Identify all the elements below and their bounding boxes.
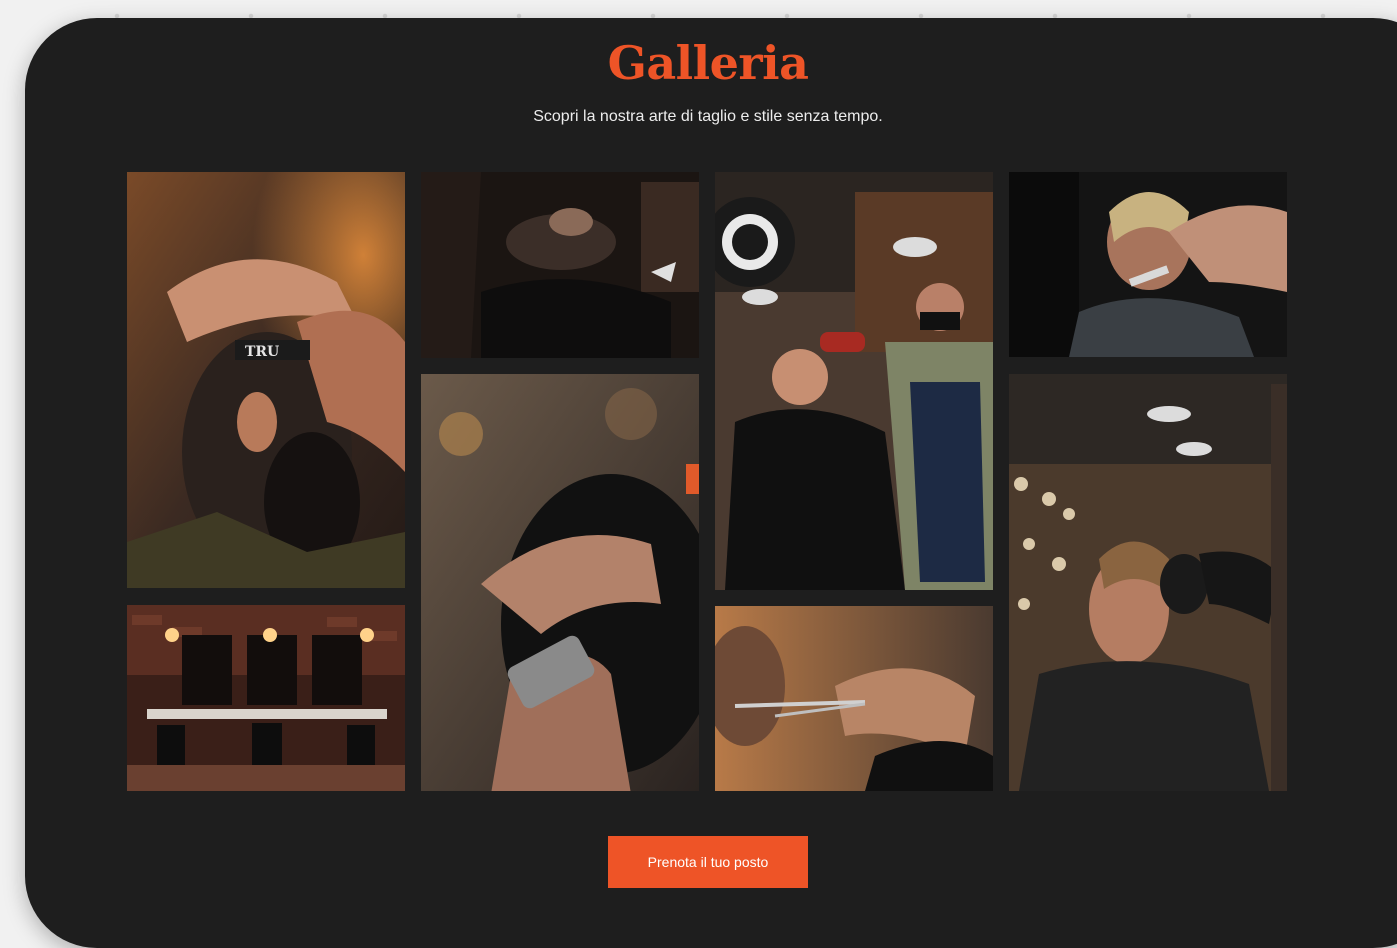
gallery-title: Galleria xyxy=(607,36,809,90)
photo-clipper-trim[interactable] xyxy=(421,374,699,791)
razor-caption: TRU xyxy=(245,344,279,360)
book-appointment-button[interactable]: Prenota il tuo posto xyxy=(608,836,808,888)
photo-neck-razor[interactable] xyxy=(1009,172,1287,357)
gallery-section: Galleria Scopri la nostra arte di taglio… xyxy=(25,18,1397,948)
photo-hot-towel-shave[interactable] xyxy=(421,172,699,358)
photo-scissors-cut[interactable] xyxy=(715,606,993,791)
photo-blow-dry-client[interactable] xyxy=(1009,374,1287,791)
gallery-subtitle: Scopri la nostra arte di taglio e stile … xyxy=(533,108,883,125)
photo-razor-fade[interactable]: TRU xyxy=(127,172,405,588)
photo-barbershop-interior[interactable] xyxy=(127,605,405,791)
photo-blow-dry-masked-barber[interactable] xyxy=(715,172,993,590)
